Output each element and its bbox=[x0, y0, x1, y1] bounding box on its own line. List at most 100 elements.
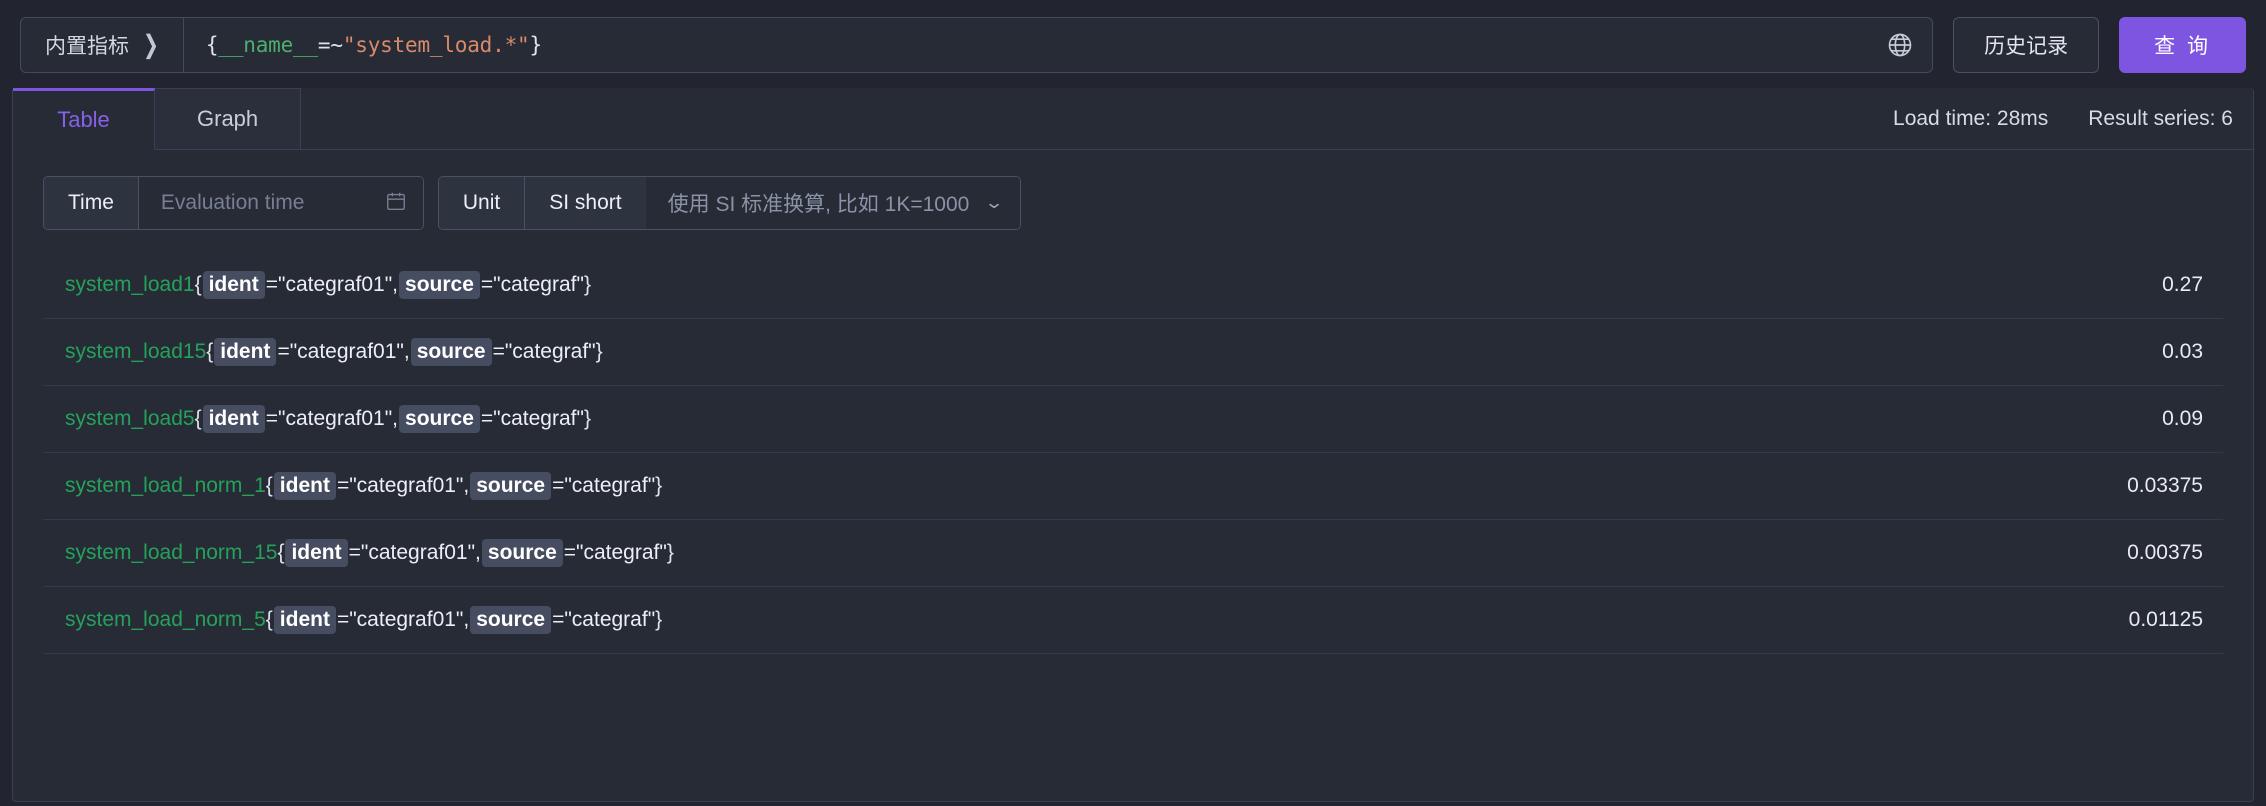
label-key: source bbox=[399, 271, 480, 299]
unit-select[interactable]: 使用 SI 标准换算, 比如 1K=1000 ⌄ bbox=[645, 177, 1020, 229]
label-close-brace: } bbox=[655, 608, 663, 631]
label-close-brace: } bbox=[583, 273, 591, 296]
time-label: Time bbox=[44, 177, 139, 229]
metric-name: system_load_norm_1 bbox=[65, 474, 266, 497]
table-row[interactable]: system_load_norm_5 { ident ="categraf01",… bbox=[43, 587, 2223, 654]
table-row[interactable]: system_load5 { ident ="categraf01", sourc… bbox=[43, 386, 2223, 453]
label-value: ="categraf01", bbox=[336, 474, 470, 497]
series-value: 0.03375 bbox=[2127, 474, 2203, 497]
chevron-down-icon: ⌄ bbox=[984, 193, 1005, 212]
label-close-brace: } bbox=[666, 541, 674, 564]
label-value: ="categraf" bbox=[563, 541, 667, 564]
evaluation-time-input[interactable]: Evaluation time bbox=[138, 177, 423, 229]
load-time-text: Load time: 28ms bbox=[1893, 106, 2049, 130]
chevron-right-icon: ❯ bbox=[143, 30, 159, 60]
series-value: 0.27 bbox=[2162, 273, 2203, 296]
label-key: source bbox=[470, 606, 552, 634]
promql-query-input[interactable]: {__name__ =~ "system_load.*"} bbox=[183, 18, 1869, 72]
table-row[interactable]: system_load_norm_15 { ident ="categraf01"… bbox=[43, 520, 2223, 587]
series-value: 0.01125 bbox=[2128, 608, 2203, 631]
query-metric-name: __name__ bbox=[218, 33, 318, 57]
label-open-brace: { bbox=[265, 474, 273, 497]
series-value: 0.03 bbox=[2162, 340, 2203, 363]
metric-name: system_load15 bbox=[65, 340, 207, 363]
calendar-icon[interactable] bbox=[385, 190, 407, 217]
table-row[interactable]: system_load1 { ident ="categraf01", sourc… bbox=[43, 252, 2223, 319]
tab-bar-status: Load time: 28ms Result series: 6 bbox=[301, 88, 2253, 150]
label-value: ="categraf" bbox=[492, 340, 596, 363]
unit-description-text: 使用 SI 标准换算, 比如 1K=1000 bbox=[667, 193, 970, 216]
series-expression: system_load_norm_5 { ident ="categraf01",… bbox=[65, 606, 662, 634]
label-key: source bbox=[481, 539, 563, 567]
controls-row: Time Evaluation time Unit SI short 使用 SI… bbox=[13, 150, 2253, 230]
unit-value[interactable]: SI short bbox=[525, 177, 646, 229]
label-open-brace: { bbox=[194, 407, 202, 430]
series-expression: system_load15 { ident ="categraf01", sour… bbox=[65, 338, 603, 366]
series-value: 0.00375 bbox=[2127, 541, 2203, 564]
table-row[interactable]: system_load_norm_1 { ident ="categraf01",… bbox=[43, 453, 2223, 520]
metric-name: system_load1 bbox=[65, 273, 195, 296]
label-key: ident bbox=[202, 271, 265, 299]
label-key: ident bbox=[214, 338, 277, 366]
history-button-label: 历史记录 bbox=[1984, 35, 2069, 58]
label-close-brace: } bbox=[595, 340, 603, 363]
query-operator: =~ bbox=[317, 33, 343, 57]
label-key: source bbox=[410, 338, 492, 366]
label-key: ident bbox=[285, 539, 348, 567]
tab-bar: Table Graph Load time: 28ms Result serie… bbox=[13, 88, 2253, 150]
series-expression: system_load1 { ident ="categraf01", sourc… bbox=[65, 271, 591, 299]
evaluation-time-group: Time Evaluation time bbox=[43, 176, 424, 230]
top-query-bar: 内置指标 ❯ {__name__ =~ "system_load.*"} 历史记录 … bbox=[0, 0, 2266, 76]
unit-value-text: SI short bbox=[549, 191, 622, 214]
label-value: ="categraf01", bbox=[277, 340, 410, 363]
label-value: ="categraf01", bbox=[336, 608, 470, 631]
label-value: ="categraf" bbox=[552, 474, 656, 497]
label-value: ="categraf" bbox=[552, 608, 656, 631]
series-expression: system_load_norm_15 { ident ="categraf01"… bbox=[65, 539, 674, 567]
label-key: ident bbox=[273, 472, 336, 500]
label-key: source bbox=[470, 472, 552, 500]
series-expression: system_load_norm_1 { ident ="categraf01",… bbox=[65, 472, 662, 500]
label-close-brace: } bbox=[655, 474, 663, 497]
unit-label: Unit bbox=[438, 177, 526, 229]
series-value: 0.09 bbox=[2162, 407, 2203, 430]
tab-graph[interactable]: Graph bbox=[155, 88, 302, 150]
query-group: 内置指标 ❯ {__name__ =~ "system_load.*"} bbox=[20, 17, 1934, 73]
label-value: ="categraf" bbox=[480, 273, 584, 296]
label-open-brace: { bbox=[194, 273, 202, 296]
query-value: "system_load.*" bbox=[342, 33, 530, 57]
tab-table-label: Table bbox=[57, 107, 110, 132]
label-value: ="categraf" bbox=[480, 407, 584, 430]
label-value: ="categraf01", bbox=[348, 541, 481, 564]
label-key: ident bbox=[273, 606, 336, 634]
globe-icon[interactable] bbox=[1868, 18, 1932, 72]
query-close-brace: } bbox=[529, 33, 542, 57]
query-submit-button[interactable]: 查 询 bbox=[2119, 17, 2246, 73]
tab-table[interactable]: Table bbox=[13, 88, 155, 150]
result-card: Table Graph Load time: 28ms Result serie… bbox=[12, 88, 2254, 802]
label-value: ="categraf01", bbox=[265, 407, 399, 430]
label-open-brace: { bbox=[206, 340, 214, 363]
query-submit-label: 查 询 bbox=[2154, 35, 2211, 58]
unit-group: Unit SI short 使用 SI 标准换算, 比如 1K=1000 ⌄ bbox=[437, 176, 1021, 230]
label-key: ident bbox=[202, 405, 265, 433]
series-expression: system_load5 { ident ="categraf01", sourc… bbox=[65, 405, 591, 433]
label-close-brace: } bbox=[583, 407, 591, 430]
label-key: source bbox=[399, 405, 480, 433]
metric-name: system_load5 bbox=[65, 407, 195, 430]
tab-graph-label: Graph bbox=[197, 106, 259, 131]
unit-label-text: Unit bbox=[462, 191, 501, 214]
time-label-text: Time bbox=[68, 191, 114, 214]
metric-name: system_load_norm_5 bbox=[65, 608, 266, 631]
metric-picker-button[interactable]: 内置指标 ❯ bbox=[21, 18, 184, 72]
label-value: ="categraf01", bbox=[265, 273, 399, 296]
metric-name: system_load_norm_15 bbox=[65, 541, 278, 564]
metric-picker-label: 内置指标 bbox=[45, 35, 129, 58]
evaluation-time-placeholder: Evaluation time bbox=[160, 191, 305, 214]
query-open-brace: { bbox=[205, 33, 219, 57]
history-button[interactable]: 历史记录 bbox=[1953, 17, 2100, 73]
table-row[interactable]: system_load15 { ident ="categraf01", sour… bbox=[43, 319, 2223, 386]
result-table: system_load1 { ident ="categraf01", sourc… bbox=[43, 252, 2223, 654]
label-open-brace: { bbox=[265, 608, 273, 631]
result-series-text: Result series: 6 bbox=[2088, 106, 2233, 130]
